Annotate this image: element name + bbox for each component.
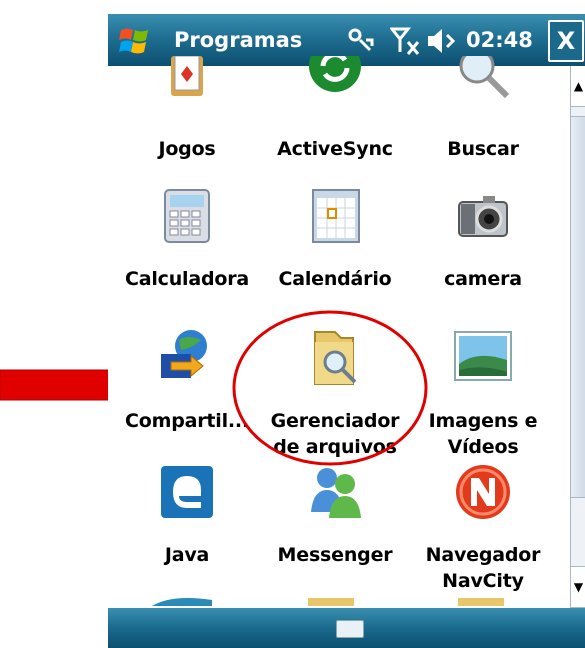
partial-app-icon — [152, 598, 212, 606]
app-label: ActiveSync — [277, 138, 393, 160]
scroll-thumb[interactable] — [571, 116, 585, 498]
app-jogos[interactable]: Jogos — [112, 55, 262, 162]
app-calendario[interactable]: Calendário — [260, 186, 410, 292]
device-screen: Programas 02:48 X Jogos ActiveSync Busca… — [108, 0, 585, 648]
sharing-icon — [161, 330, 207, 378]
scroll-down-arrow-icon[interactable]: ▼ — [571, 566, 585, 608]
navcity-icon — [456, 465, 510, 519]
signal-off-icon[interactable] — [390, 26, 422, 56]
messenger-icon — [311, 468, 361, 518]
app-label: Buscar — [447, 138, 519, 160]
annotation-circle — [232, 310, 428, 466]
volume-icon[interactable] — [426, 26, 460, 56]
app-label: Calendário — [278, 268, 392, 290]
app-label: Navegador NavCity — [425, 544, 541, 592]
app-camera[interactable]: camera — [408, 186, 558, 292]
java-icon — [161, 466, 213, 518]
calendar-icon — [312, 189, 360, 243]
partial-folder-icon — [308, 598, 354, 606]
keyboard-icon[interactable] — [336, 620, 364, 638]
search-icon — [459, 48, 510, 99]
app-buscar[interactable]: Buscar — [408, 48, 558, 162]
start-menu-icon[interactable] — [118, 24, 152, 58]
app-java[interactable]: Java — [112, 462, 262, 568]
scroll-up-arrow-icon[interactable]: ▲ — [571, 66, 585, 107]
app-activesync[interactable]: ActiveSync — [260, 40, 410, 162]
app-label: Messenger — [277, 544, 393, 566]
app-label: Java — [164, 544, 210, 566]
partial-app-icon — [458, 598, 504, 606]
clock[interactable]: 02:48 — [466, 28, 533, 52]
scrollbar[interactable]: ▲ ▼ — [570, 66, 585, 610]
app-imagens-e-videos[interactable]: Imagens e Vídeos — [408, 328, 558, 460]
pictures-videos-icon — [454, 331, 512, 381]
connectivity-icon[interactable] — [346, 26, 374, 54]
app-messenger[interactable]: Messenger — [260, 462, 410, 568]
close-icon: X — [556, 27, 576, 55]
camera-icon — [458, 196, 508, 237]
window-title: Programas — [174, 28, 303, 52]
app-label: Imagens e Vídeos — [428, 410, 538, 458]
app-label: Jogos — [158, 138, 216, 160]
softkey-bar — [108, 608, 585, 648]
games-icon — [171, 55, 203, 96]
calculator-icon — [164, 189, 210, 243]
app-navegador-navcity[interactable]: Navegador NavCity — [408, 462, 558, 594]
app-calculadora[interactable]: Calculadora — [112, 186, 262, 292]
app-label: camera — [444, 268, 522, 290]
app-label: Calculadora — [124, 268, 250, 290]
activesync-icon — [309, 40, 361, 92]
